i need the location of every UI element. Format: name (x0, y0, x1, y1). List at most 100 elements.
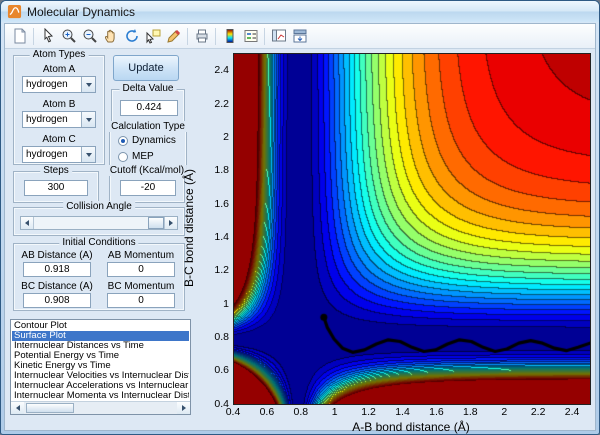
slider-left-arrow-icon[interactable] (21, 217, 34, 229)
steps-panel-title: Steps (40, 165, 72, 176)
atom-c-value: hydrogen (26, 149, 68, 160)
x-tick-label: 2.2 (530, 406, 546, 418)
y-tick-label: 2.4 (214, 64, 229, 77)
insert-legend-button[interactable] (240, 26, 261, 47)
bc-momentum-field[interactable]: 0 (107, 293, 175, 308)
calculation-type-panel: Calculation Type Dynamics MEP (108, 121, 188, 169)
x-axis-label: A-B bond distance (Å) (352, 420, 470, 434)
radio-mep-label: MEP (132, 151, 154, 162)
x-tick-label: 0.6 (259, 406, 275, 418)
print-button[interactable] (191, 26, 212, 47)
plot-tools-button[interactable] (268, 26, 289, 47)
toolbar-separator (264, 27, 265, 45)
atom-types-panel: Atom Types Atom A hydrogen Atom B hydrog… (13, 49, 105, 165)
toolbar-separator (33, 27, 34, 45)
new-figure-button[interactable] (9, 26, 30, 47)
ab-momentum-field[interactable]: 0 (107, 262, 175, 277)
collision-angle-slider[interactable] (20, 216, 178, 230)
update-button[interactable]: Update (113, 55, 179, 81)
calculation-type-panel-title: Calculation Type (108, 121, 188, 132)
dock-figure-button[interactable] (289, 26, 310, 47)
cutoff-field[interactable]: -20 (120, 180, 176, 196)
steps-panel: Steps 300 (13, 165, 99, 203)
y-tick-label: 1.2 (214, 264, 229, 277)
pan-button[interactable] (100, 26, 121, 47)
app-frame: Atom Types Atom A hydrogen Atom B hydrog… (4, 23, 596, 434)
plot-type-listbox[interactable]: Contour Plot Surface Plot Internuclear Dis… (10, 319, 191, 415)
contour-plot-canvas[interactable] (233, 53, 591, 405)
bc-distance-field[interactable]: 0.908 (23, 293, 91, 308)
scroll-right-arrow-icon[interactable] (177, 402, 190, 414)
initial-conditions-panel: Initial Conditions AB Distance (A) AB Mo… (13, 237, 185, 311)
y-axis-label: B-C bond distance (Å) (182, 168, 196, 288)
bc-distance-label: BC Distance (A) (21, 281, 93, 292)
zoom-out-button[interactable] (79, 26, 100, 47)
delta-value-panel: Delta Value 0.424 (111, 83, 185, 125)
x-tick-label: 0.8 (293, 406, 309, 418)
atom-a-label: Atom A (42, 64, 76, 75)
title-bar[interactable]: Molecular Dynamics (1, 1, 599, 22)
slider-thumb[interactable] (148, 217, 164, 229)
list-item[interactable]: Internuclear Momenta vs Internuclear Dis… (12, 391, 189, 401)
radio-button-icon[interactable] (118, 151, 128, 162)
brush-button[interactable] (163, 26, 184, 47)
y-tick-label: 1.6 (214, 197, 229, 210)
initial-conditions-panel-title: Initial Conditions (59, 237, 139, 248)
data-cursor-button[interactable] (142, 26, 163, 47)
y-tick-label: 1.8 (214, 164, 229, 177)
radio-dynamics-label: Dynamics (132, 135, 176, 146)
atom-a-select[interactable]: hydrogen (22, 76, 96, 93)
chevron-down-icon[interactable] (81, 112, 95, 127)
steps-field[interactable]: 300 (24, 180, 88, 196)
y-tick-label: 2.2 (214, 97, 229, 110)
figure-toolbar (5, 24, 595, 49)
scrollbar-thumb[interactable] (26, 403, 74, 413)
atom-types-panel-title: Atom Types (29, 49, 89, 60)
listbox-items: Contour Plot Surface Plot Internuclear Dis… (12, 321, 189, 401)
potential-energy-surface-plot: A-B bond distance (Å) B-C bond distance … (182, 53, 591, 434)
zoom-in-button[interactable] (58, 26, 79, 47)
scrollbar-track[interactable] (24, 402, 177, 414)
x-tick-label: 1.6 (429, 406, 444, 418)
chevron-down-icon[interactable] (81, 77, 95, 92)
slider-track[interactable] (34, 217, 164, 229)
x-tick-label: 1.2 (361, 406, 376, 418)
atom-c-label: Atom C (42, 134, 76, 145)
app-window: Molecular Dynamics Atom Types Atom A hyd… (0, 0, 600, 435)
atom-b-value: hydrogen (26, 114, 68, 125)
radio-option-dynamics[interactable]: Dynamics (118, 135, 176, 146)
atom-b-select[interactable]: hydrogen (22, 111, 96, 128)
atom-c-select[interactable]: hydrogen (22, 146, 96, 163)
x-tick-label: 1 (331, 406, 338, 418)
cutoff-panel: Cutoff (Kcal/mol) -20 (106, 165, 188, 203)
cutoff-panel-title: Cutoff (Kcal/mol) (106, 165, 188, 176)
toolbar-separator (187, 27, 188, 45)
scroll-left-arrow-icon[interactable] (11, 402, 24, 414)
x-tick-label: 1.8 (463, 406, 478, 418)
rotate-3d-button[interactable] (121, 26, 142, 47)
chevron-down-icon[interactable] (81, 147, 95, 162)
listbox-horizontal-scrollbar[interactable] (11, 401, 190, 414)
slider-right-arrow-icon[interactable] (164, 217, 177, 229)
toolbar-separator (215, 27, 216, 45)
ab-distance-field[interactable]: 0.918 (23, 262, 91, 277)
atom-b-label: Atom B (42, 99, 76, 110)
x-tick-label: 1.4 (395, 406, 410, 418)
atom-a-value: hydrogen (26, 79, 68, 90)
collision-angle-panel-title: Collision Angle (63, 201, 135, 212)
insert-colorbar-button[interactable] (219, 26, 240, 47)
edit-plot-button[interactable] (37, 26, 58, 47)
x-tick-label: 2.4 (564, 406, 580, 418)
y-tick-label: 2 (223, 130, 229, 143)
radio-option-mep[interactable]: MEP (118, 151, 154, 162)
bc-momentum-label: BC Momentum (107, 281, 175, 292)
content-area: Atom Types Atom A hydrogen Atom B hydrog… (5, 49, 595, 434)
window-title: Molecular Dynamics (27, 4, 136, 19)
delta-value-panel-title: Delta Value (119, 83, 177, 94)
delta-value-field[interactable]: 0.424 (120, 100, 178, 116)
radio-button-icon[interactable] (118, 135, 128, 146)
y-tick-label: 0.6 (214, 364, 229, 377)
ab-distance-label: AB Distance (A) (21, 250, 93, 261)
y-tick-label: 1.4 (214, 230, 229, 243)
ab-momentum-label: AB Momentum (107, 250, 175, 261)
